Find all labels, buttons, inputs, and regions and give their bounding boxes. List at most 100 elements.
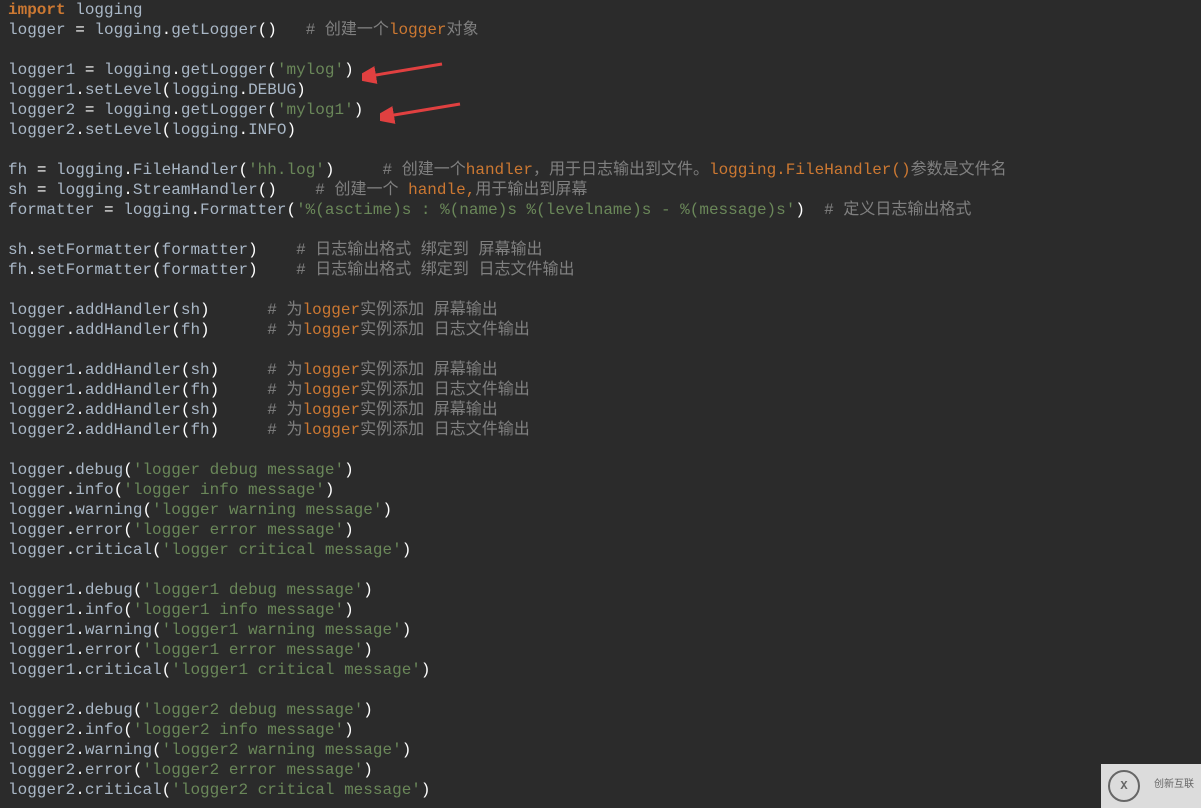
- token-def: getLogger: [181, 101, 267, 119]
- token-str: 'logger1 critical message': [171, 661, 421, 679]
- token-def: [219, 421, 267, 439]
- token-def: addHandler: [85, 421, 181, 439]
- token-def: [210, 301, 268, 319]
- token-paren: ): [344, 521, 354, 539]
- token-def: warning: [85, 741, 152, 759]
- token-op: .: [75, 701, 85, 719]
- token-hl: handler: [466, 161, 533, 179]
- token-def: logger2: [8, 701, 75, 719]
- code-line: [8, 680, 1193, 700]
- token-cm: # 定义日志输出格式: [824, 201, 971, 219]
- token-str: 'logger warning message': [152, 501, 382, 519]
- code-line: logger1.error('logger1 error message'): [8, 640, 1193, 660]
- token-paren: (: [171, 301, 181, 319]
- code-line: logger1.critical('logger1 critical messa…: [8, 660, 1193, 680]
- token-str: 'mylog1': [277, 101, 354, 119]
- token-def: [219, 401, 267, 419]
- token-op: .: [75, 361, 85, 379]
- token-str: 'logger2 error message': [142, 761, 363, 779]
- token-paren: ): [421, 661, 431, 679]
- code-line: logger.info('logger info message'): [8, 480, 1193, 500]
- token-paren: ): [325, 161, 335, 179]
- token-op: .: [238, 121, 248, 139]
- token-paren: (: [123, 601, 133, 619]
- token-def: logger2: [8, 781, 75, 799]
- token-hl: handle,: [408, 181, 475, 199]
- token-def: [258, 241, 296, 259]
- token-str: 'logger1 info message': [133, 601, 344, 619]
- token-cm: 实例添加 屏幕输出: [360, 401, 498, 419]
- token-def: [805, 201, 824, 219]
- token-op: =: [104, 201, 114, 219]
- code-line: logger.warning('logger warning message'): [8, 500, 1193, 520]
- code-line: logger.critical('logger critical message…: [8, 540, 1193, 560]
- token-op: .: [75, 641, 85, 659]
- token-cm: # 为: [267, 381, 302, 399]
- token-def: addHandler: [75, 321, 171, 339]
- token-def: critical: [75, 541, 152, 559]
- token-op: .: [75, 721, 85, 739]
- token-op: .: [66, 301, 76, 319]
- token-paren: ): [344, 461, 354, 479]
- token-def: logger2: [8, 721, 75, 739]
- token-def: formatter: [8, 201, 104, 219]
- token-def: logging: [171, 121, 238, 139]
- token-def: logger1: [8, 581, 75, 599]
- token-paren: ): [344, 601, 354, 619]
- token-paren: (: [152, 621, 162, 639]
- token-paren: (: [152, 741, 162, 759]
- token-paren: ): [248, 241, 258, 259]
- code-line: [8, 560, 1193, 580]
- token-def: logger1: [8, 601, 75, 619]
- code-line: logger1 = logging.getLogger('mylog'): [8, 60, 1193, 80]
- token-def: addHandler: [75, 301, 171, 319]
- token-paren: ): [344, 721, 354, 739]
- code-line: [8, 280, 1193, 300]
- token-paren: ): [382, 501, 392, 519]
- token-cm: 实例添加 屏幕输出: [360, 361, 498, 379]
- token-op: .: [66, 501, 76, 519]
- token-def: getLogger: [181, 61, 267, 79]
- token-def: debug: [85, 701, 133, 719]
- token-paren: ): [210, 361, 220, 379]
- code-block: import logginglogger = logging.getLogger…: [0, 0, 1201, 800]
- token-paren: (: [152, 541, 162, 559]
- token-str: 'logger1 warning message': [162, 621, 402, 639]
- token-paren: (: [123, 521, 133, 539]
- token-str: 'logger2 critical message': [171, 781, 421, 799]
- token-def: [219, 381, 267, 399]
- token-op: .: [75, 661, 85, 679]
- token-paren: ): [210, 381, 220, 399]
- code-line: logger.error('logger error message'): [8, 520, 1193, 540]
- token-def: logger1: [8, 661, 75, 679]
- token-def: setFormatter: [37, 241, 152, 259]
- token-op: .: [75, 781, 85, 799]
- token-paren: ): [402, 741, 412, 759]
- token-paren: (: [238, 161, 248, 179]
- token-def: logging: [46, 161, 123, 179]
- token-op: .: [162, 21, 172, 39]
- token-def: [335, 161, 383, 179]
- token-cm: # 日志输出格式 绑定到 日志文件输出: [296, 261, 574, 279]
- token-def: logger: [8, 21, 75, 39]
- token-def: warning: [75, 501, 142, 519]
- token-def: debug: [85, 581, 133, 599]
- token-def: logger1: [8, 621, 75, 639]
- token-def: setLevel: [85, 81, 162, 99]
- token-paren: (: [181, 361, 191, 379]
- token-def: sh: [190, 401, 209, 419]
- token-cm: # 为: [267, 361, 302, 379]
- token-paren: (: [152, 261, 162, 279]
- token-def: addHandler: [85, 401, 181, 419]
- code-line: [8, 440, 1193, 460]
- token-def: logger1: [8, 381, 75, 399]
- token-def: formatter: [162, 241, 248, 259]
- token-paren: ): [363, 761, 373, 779]
- token-paren: (: [123, 461, 133, 479]
- code-line: fh = logging.FileHandler('hh.log') # 创建一…: [8, 160, 1193, 180]
- code-line: logger2.setLevel(logging.INFO): [8, 120, 1193, 140]
- token-cm: # 为: [267, 301, 302, 319]
- token-paren: (: [267, 101, 277, 119]
- token-def: [258, 261, 296, 279]
- token-def: logger1: [8, 641, 75, 659]
